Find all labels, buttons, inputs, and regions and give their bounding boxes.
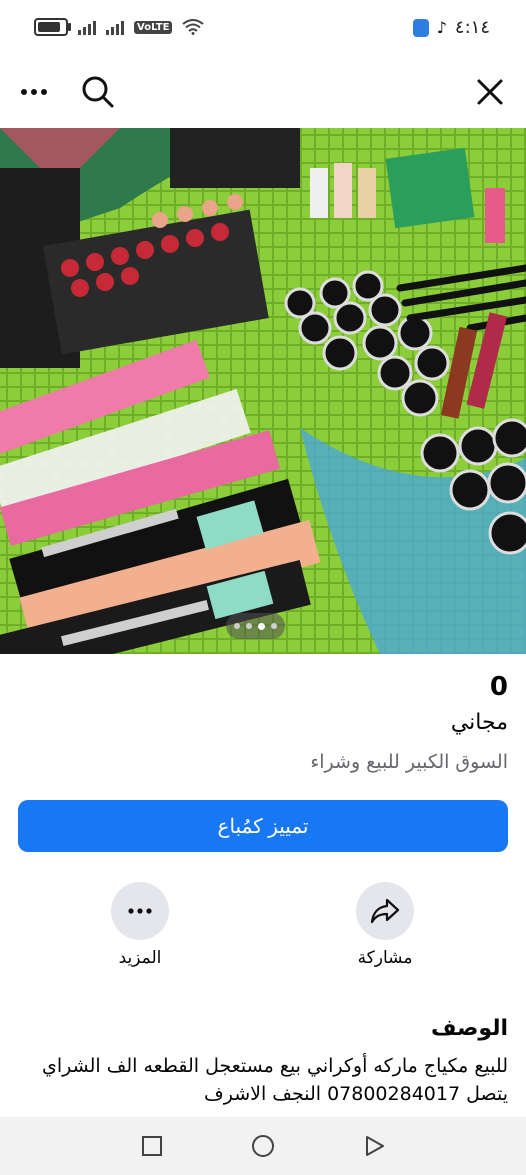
more-horizontal-icon [128, 908, 152, 914]
carousel-dot [234, 623, 240, 629]
status-left: VoLTE [34, 18, 205, 36]
back-icon[interactable] [362, 1134, 386, 1158]
tiktok-icon: ♪ [436, 18, 447, 37]
close-icon [477, 79, 503, 105]
volte-badge: VoLTE [134, 20, 173, 34]
share-action[interactable]: مشاركة [325, 882, 445, 968]
carousel-dot [246, 623, 252, 629]
wifi-icon [182, 19, 205, 35]
top-bar [0, 58, 526, 126]
search-icon [82, 76, 114, 108]
app-notification-icon [412, 18, 429, 37]
battery-icon [34, 18, 71, 36]
home-icon[interactable] [251, 1134, 275, 1158]
share-icon [370, 898, 400, 924]
description-text: للبيع مكياج ماركه أوكراني بيع مستعجل الق… [41, 1055, 508, 1105]
more-options-button[interactable] [12, 70, 56, 114]
recents-icon[interactable] [140, 1134, 164, 1158]
carousel-dot-active [258, 622, 265, 630]
close-button[interactable] [468, 70, 512, 114]
share-button[interactable] [356, 882, 414, 940]
more-action[interactable]: المزيد [80, 882, 200, 968]
listing-photo[interactable] [0, 128, 526, 654]
more-icon [21, 89, 47, 95]
mark-as-sold-button[interactable]: تمييز كمُباع [18, 800, 508, 852]
status-right: ♪ ٤:١٤ [412, 17, 490, 38]
more-button[interactable] [111, 882, 169, 940]
carousel-dot [271, 623, 277, 629]
signal-icon [78, 19, 96, 35]
description-title: الوصف [430, 1016, 508, 1041]
system-nav-bar [0, 1117, 526, 1175]
listing-price: 0 [489, 672, 508, 702]
status-bar: VoLTE ♪ ٤:١٤ [0, 0, 526, 58]
makeup-products-image [0, 128, 526, 654]
clock: ٤:١٤ [454, 17, 490, 38]
carousel-indicator[interactable] [226, 613, 285, 639]
seller-group-link[interactable]: السوق الكبير للبيع وشراء [310, 751, 508, 773]
search-button[interactable] [76, 70, 120, 114]
price-label: مجاني [450, 710, 508, 735]
more-label: المزيد [118, 948, 162, 968]
share-label: مشاركة [357, 948, 413, 968]
signal-icon-2 [106, 19, 124, 35]
